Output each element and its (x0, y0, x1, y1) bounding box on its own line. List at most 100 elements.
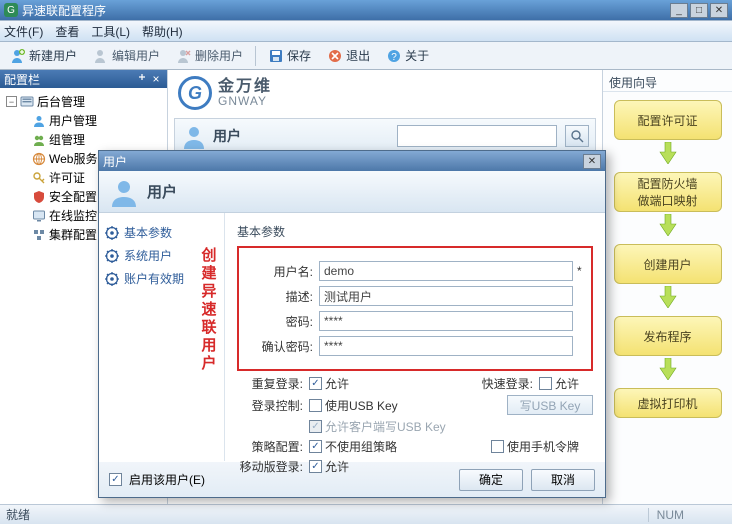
mobile-login-label: 移动版登录: (237, 458, 309, 475)
brand-cjk: 金万维 (218, 79, 272, 95)
tb-about[interactable]: ? 关于 (380, 45, 435, 66)
mobile-allow-checkbox[interactable]: ✓ (309, 460, 322, 473)
dialog-banner-label: 用户 (147, 181, 177, 202)
monitor-icon (32, 209, 46, 223)
tb-exit-label: 退出 (346, 47, 370, 64)
tb-edit-user[interactable]: 编辑用户 (87, 45, 166, 66)
brand-logo: G 金万维 GNWAY (178, 76, 272, 110)
separator (255, 46, 256, 66)
wizard-step-vprint[interactable]: 虚拟打印机 (614, 388, 722, 418)
tb-new-user[interactable]: 新建用户 (4, 45, 83, 66)
server-icon (20, 95, 34, 109)
dialog-nav-label: 系统用户 (124, 247, 172, 264)
no-group-policy-label: 不使用组策略 (325, 438, 397, 455)
wizard-step-label: 发布程序 (643, 328, 691, 345)
menu-view[interactable]: 查看 (55, 23, 79, 40)
dialog-nav: 基本参数 系统用户 账户有效期 创建异速联用户 (99, 213, 225, 461)
tb-about-label: 关于 (405, 47, 429, 64)
panel-close-icon[interactable]: × (149, 72, 163, 86)
use-usb-label: 使用USB Key (325, 397, 398, 414)
gear-icon (105, 226, 119, 240)
wizard-step-label: 配置许可证 (637, 112, 697, 129)
dialog-avatar-icon (109, 177, 139, 207)
arrow-down-icon (658, 142, 678, 164)
tree-item-groups[interactable]: 组管理 (32, 130, 165, 149)
gear-icon (105, 249, 119, 263)
tree-item-label: 许可证 (49, 169, 85, 186)
client-usb-label: 允许客户端写USB Key (325, 418, 446, 435)
username-label: 用户名: (247, 263, 319, 280)
pwd-label: 密码: (247, 313, 319, 330)
search-button[interactable] (565, 125, 589, 147)
tb-save-label: 保存 (287, 47, 311, 64)
avatar-icon (181, 123, 207, 149)
tree-item-label: 在线监控 (49, 207, 97, 224)
pwd2-input[interactable] (319, 336, 573, 356)
group-icon (32, 133, 46, 147)
client-usb-checkbox: ✓ (309, 420, 322, 433)
fastlogin-checkbox[interactable] (539, 377, 552, 390)
exit-icon (327, 48, 343, 64)
menu-tools[interactable]: 工具(L) (91, 23, 130, 40)
minimize-button[interactable]: _ (670, 3, 688, 18)
tb-delete-user[interactable]: 删除用户 (170, 45, 249, 66)
user-strip-label: 用户 (213, 126, 241, 146)
wizard-step-firewall[interactable]: 配置防火墙 做端口映射 (614, 172, 722, 212)
tree-root-label: 后台管理 (37, 93, 85, 110)
use-usb-checkbox[interactable] (309, 399, 322, 412)
search-input[interactable] (397, 125, 557, 147)
loginctrl-label: 登录控制: (237, 397, 309, 414)
dialog-section-title: 基本参数 (237, 223, 593, 244)
arrow-down-icon (658, 358, 678, 380)
tb-delete-user-label: 删除用户 (195, 47, 243, 64)
relogin-label: 重复登录: (237, 375, 309, 392)
svg-text:?: ? (391, 52, 397, 63)
wizard-step-publish[interactable]: 发布程序 (614, 316, 722, 356)
tb-exit[interactable]: 退出 (321, 45, 376, 66)
relogin-allow: 允许 (325, 375, 349, 392)
tree-item-label: 安全配置 (49, 188, 97, 205)
user-icon (32, 114, 46, 128)
maximize-button[interactable]: □ (690, 3, 708, 18)
username-input[interactable] (319, 261, 573, 281)
pwd2-label: 确认密码: (247, 338, 319, 355)
no-group-policy-checkbox[interactable]: ✓ (309, 440, 322, 453)
arrow-down-icon (658, 286, 678, 308)
desc-input[interactable] (319, 286, 573, 306)
fastlogin-allow: 允许 (555, 375, 579, 392)
dialog-nav-basic[interactable]: 基本参数 (105, 221, 218, 244)
tree-item-label: 集群配置 (49, 226, 97, 243)
dialog-close-button[interactable]: ✕ (583, 154, 601, 169)
write-usb-button[interactable]: 写USB Key (507, 395, 593, 415)
brand-latin: GNWAY (218, 95, 272, 107)
enable-user-label: 启用该用户(E) (129, 471, 205, 488)
wizard-step-license[interactable]: 配置许可证 (614, 100, 722, 140)
statusbar: 就绪 NUM (0, 504, 732, 524)
dialog-nav-label: 基本参数 (124, 224, 172, 241)
search-icon (570, 129, 584, 143)
arrow-down-icon (658, 214, 678, 236)
enable-user-checkbox[interactable]: ✓ (109, 473, 122, 486)
tb-save[interactable]: 保存 (262, 45, 317, 66)
status-text: 就绪 (6, 506, 30, 523)
user-add-icon (10, 48, 26, 64)
collapse-icon[interactable]: − (6, 96, 17, 107)
relogin-checkbox[interactable]: ✓ (309, 377, 322, 390)
close-button[interactable]: ✕ (710, 3, 728, 18)
tree-item-users[interactable]: 用户管理 (32, 111, 165, 130)
pin-icon[interactable] (135, 72, 149, 86)
window-title: 异速联配置程序 (22, 2, 670, 19)
wizard-step-createuser[interactable]: 创建用户 (614, 244, 722, 284)
required-fields-box: 用户名: * 描述: 密码: 确认密码: (237, 246, 593, 371)
menu-file[interactable]: 文件(F) (4, 23, 43, 40)
shield-icon (32, 190, 46, 204)
wizard-title: 使用向导 (603, 74, 732, 92)
phone-token-checkbox[interactable] (491, 440, 504, 453)
menu-help[interactable]: 帮助(H) (142, 23, 183, 40)
tree-root[interactable]: − 后台管理 (2, 92, 165, 111)
tb-edit-user-label: 编辑用户 (112, 47, 160, 64)
menubar: 文件(F) 查看 工具(L) 帮助(H) (0, 20, 732, 42)
wizard-step-label: 创建用户 (643, 256, 691, 273)
pwd-input[interactable] (319, 311, 573, 331)
user-dialog: 用户 ✕ 用户 基本参数 系统用户 账户有效期 创建异速联用户 基本参数 用户名… (98, 150, 606, 498)
